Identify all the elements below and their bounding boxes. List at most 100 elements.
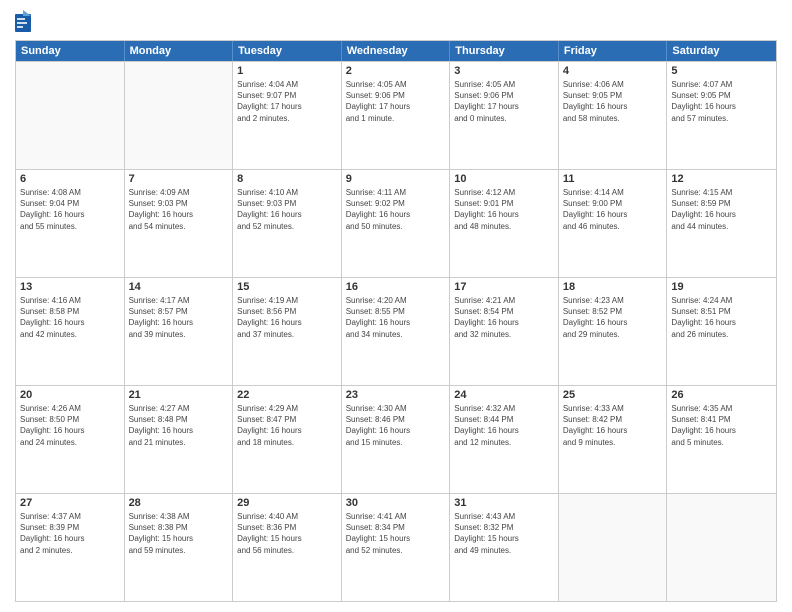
weekday-header: Sunday: [16, 41, 125, 61]
day-info: Sunrise: 4:20 AMSunset: 8:55 PMDaylight:…: [346, 295, 446, 340]
calendar-cell: 12 Sunrise: 4:15 AMSunset: 8:59 PMDayligh…: [667, 170, 776, 277]
day-number: 26: [671, 389, 772, 401]
day-number: 30: [346, 497, 446, 509]
day-info: Sunrise: 4:09 AMSunset: 9:03 PMDaylight:…: [129, 187, 229, 232]
calendar-cell: 8Sunrise: 4:10 AMSunset: 9:03 PMDaylight…: [233, 170, 342, 277]
weekday-header: Monday: [125, 41, 234, 61]
calendar-cell: 4Sunrise: 4:06 AMSunset: 9:05 PMDaylight…: [559, 62, 668, 169]
day-number: 11: [563, 173, 663, 185]
calendar-cell: [667, 494, 776, 601]
calendar-cell: 19 Sunrise: 4:24 AMSunset: 8:51 PMDayligh…: [667, 278, 776, 385]
day-info: Sunrise: 4:29 AMSunset: 8:47 PMDaylight:…: [237, 403, 337, 448]
weekday-header: Thursday: [450, 41, 559, 61]
day-info: Sunrise: 4:10 AMSunset: 9:03 PMDaylight:…: [237, 187, 337, 232]
day-info: Sunrise: 4:32 AMSunset: 8:44 PMDaylight:…: [454, 403, 554, 448]
calendar-cell: 18 Sunrise: 4:23 AMSunset: 8:52 PMDayligh…: [559, 278, 668, 385]
day-info: Sunrise: 4:19 AMSunset: 8:56 PMDaylight:…: [237, 295, 337, 340]
weekday-header: Wednesday: [342, 41, 451, 61]
calendar-cell: 16Sunrise: 4:20 AMSunset: 8:55 PMDayligh…: [342, 278, 451, 385]
calendar-cell: 28 Sunrise: 4:38 AMSunset: 8:38 PMDayligh…: [125, 494, 234, 601]
day-number: 12: [671, 173, 772, 185]
day-number: 19: [671, 281, 772, 293]
day-info: Sunrise: 4:23 AMSunset: 8:52 PMDaylight:…: [563, 295, 663, 340]
calendar-cell: 10Sunrise: 4:12 AMSunset: 9:01 PMDayligh…: [450, 170, 559, 277]
day-info: Sunrise: 4:05 AMSunset: 9:06 PMDaylight:…: [346, 79, 446, 124]
day-number: 9: [346, 173, 446, 185]
calendar-body: 1 Sunrise: 4:04 AMSunset: 9:07 PMDaylight…: [16, 61, 776, 601]
day-number: 14: [129, 281, 229, 293]
calendar-cell: 14Sunrise: 4:17 AMSunset: 8:57 PMDayligh…: [125, 278, 234, 385]
calendar-row: 27 Sunrise: 4:37 AMSunset: 8:39 PMDayligh…: [16, 493, 776, 601]
calendar-cell: 27 Sunrise: 4:37 AMSunset: 8:39 PMDayligh…: [16, 494, 125, 601]
day-info: Sunrise: 4:30 AMSunset: 8:46 PMDaylight:…: [346, 403, 446, 448]
weekday-header: Saturday: [667, 41, 776, 61]
calendar-cell: 7 Sunrise: 4:09 AMSunset: 9:03 PMDaylight…: [125, 170, 234, 277]
day-number: 18: [563, 281, 663, 293]
day-info: Sunrise: 4:41 AMSunset: 8:34 PMDaylight:…: [346, 511, 446, 556]
day-number: 29: [237, 497, 337, 509]
day-info: Sunrise: 4:11 AMSunset: 9:02 PMDaylight:…: [346, 187, 446, 232]
calendar-cell: 23Sunrise: 4:30 AMSunset: 8:46 PMDayligh…: [342, 386, 451, 493]
calendar-cell: 15 Sunrise: 4:19 AMSunset: 8:56 PMDayligh…: [233, 278, 342, 385]
day-info: Sunrise: 4:07 AMSunset: 9:05 PMDaylight:…: [671, 79, 772, 124]
calendar-cell: 2 Sunrise: 4:05 AMSunset: 9:06 PMDaylight…: [342, 62, 451, 169]
logo: [15, 10, 35, 32]
calendar-cell: 9 Sunrise: 4:11 AMSunset: 9:02 PMDaylight…: [342, 170, 451, 277]
page: SundayMondayTuesdayWednesdayThursdayFrid…: [0, 0, 792, 612]
day-info: Sunrise: 4:38 AMSunset: 8:38 PMDaylight:…: [129, 511, 229, 556]
day-info: Sunrise: 4:08 AMSunset: 9:04 PMDaylight:…: [20, 187, 120, 232]
day-number: 25: [563, 389, 663, 401]
day-number: 20: [20, 389, 120, 401]
calendar-cell: 31Sunrise: 4:43 AMSunset: 8:32 PMDayligh…: [450, 494, 559, 601]
header: [15, 10, 777, 32]
day-info: Sunrise: 4:33 AMSunset: 8:42 PMDaylight:…: [563, 403, 663, 448]
day-info: Sunrise: 4:35 AMSunset: 8:41 PMDaylight:…: [671, 403, 772, 448]
day-number: 2: [346, 65, 446, 77]
calendar: SundayMondayTuesdayWednesdayThursdayFrid…: [15, 40, 777, 602]
calendar-header: SundayMondayTuesdayWednesdayThursdayFrid…: [16, 41, 776, 61]
day-info: Sunrise: 4:27 AMSunset: 8:48 PMDaylight:…: [129, 403, 229, 448]
day-info: Sunrise: 4:12 AMSunset: 9:01 PMDaylight:…: [454, 187, 554, 232]
calendar-row: 6 Sunrise: 4:08 AMSunset: 9:04 PMDaylight…: [16, 169, 776, 277]
day-number: 21: [129, 389, 229, 401]
calendar-row: 13Sunrise: 4:16 AMSunset: 8:58 PMDayligh…: [16, 277, 776, 385]
day-number: 6: [20, 173, 120, 185]
calendar-cell: 22 Sunrise: 4:29 AMSunset: 8:47 PMDayligh…: [233, 386, 342, 493]
day-info: Sunrise: 4:37 AMSunset: 8:39 PMDaylight:…: [20, 511, 120, 556]
day-number: 27: [20, 497, 120, 509]
day-info: Sunrise: 4:15 AMSunset: 8:59 PMDaylight:…: [671, 187, 772, 232]
day-number: 13: [20, 281, 120, 293]
calendar-cell: 6 Sunrise: 4:08 AMSunset: 9:04 PMDaylight…: [16, 170, 125, 277]
day-number: 5: [671, 65, 772, 77]
logo-icon: [15, 10, 33, 32]
calendar-cell: 26 Sunrise: 4:35 AMSunset: 8:41 PMDayligh…: [667, 386, 776, 493]
day-info: Sunrise: 4:40 AMSunset: 8:36 PMDaylight:…: [237, 511, 337, 556]
day-number: 7: [129, 173, 229, 185]
calendar-cell: 13Sunrise: 4:16 AMSunset: 8:58 PMDayligh…: [16, 278, 125, 385]
day-info: Sunrise: 4:24 AMSunset: 8:51 PMDaylight:…: [671, 295, 772, 340]
day-info: Sunrise: 4:05 AMSunset: 9:06 PMDaylight:…: [454, 79, 554, 124]
calendar-cell: 25 Sunrise: 4:33 AMSunset: 8:42 PMDayligh…: [559, 386, 668, 493]
calendar-cell: 3 Sunrise: 4:05 AMSunset: 9:06 PMDaylight…: [450, 62, 559, 169]
calendar-cell: 21 Sunrise: 4:27 AMSunset: 8:48 PMDayligh…: [125, 386, 234, 493]
day-number: 3: [454, 65, 554, 77]
day-info: Sunrise: 4:21 AMSunset: 8:54 PMDaylight:…: [454, 295, 554, 340]
calendar-cell: 5 Sunrise: 4:07 AMSunset: 9:05 PMDaylight…: [667, 62, 776, 169]
calendar-cell: 17 Sunrise: 4:21 AMSunset: 8:54 PMDayligh…: [450, 278, 559, 385]
calendar-cell: 11Sunrise: 4:14 AMSunset: 9:00 PMDayligh…: [559, 170, 668, 277]
day-number: 28: [129, 497, 229, 509]
day-number: 31: [454, 497, 554, 509]
calendar-cell: [16, 62, 125, 169]
day-info: Sunrise: 4:04 AMSunset: 9:07 PMDaylight:…: [237, 79, 337, 124]
calendar-cell: [559, 494, 668, 601]
calendar-row: 1 Sunrise: 4:04 AMSunset: 9:07 PMDaylight…: [16, 61, 776, 169]
day-number: 22: [237, 389, 337, 401]
calendar-cell: 1 Sunrise: 4:04 AMSunset: 9:07 PMDaylight…: [233, 62, 342, 169]
day-number: 1: [237, 65, 337, 77]
day-number: 24: [454, 389, 554, 401]
calendar-cell: 20 Sunrise: 4:26 AMSunset: 8:50 PMDayligh…: [16, 386, 125, 493]
day-info: Sunrise: 4:26 AMSunset: 8:50 PMDaylight:…: [20, 403, 120, 448]
day-number: 17: [454, 281, 554, 293]
calendar-cell: 30 Sunrise: 4:41 AMSunset: 8:34 PMDayligh…: [342, 494, 451, 601]
day-number: 15: [237, 281, 337, 293]
